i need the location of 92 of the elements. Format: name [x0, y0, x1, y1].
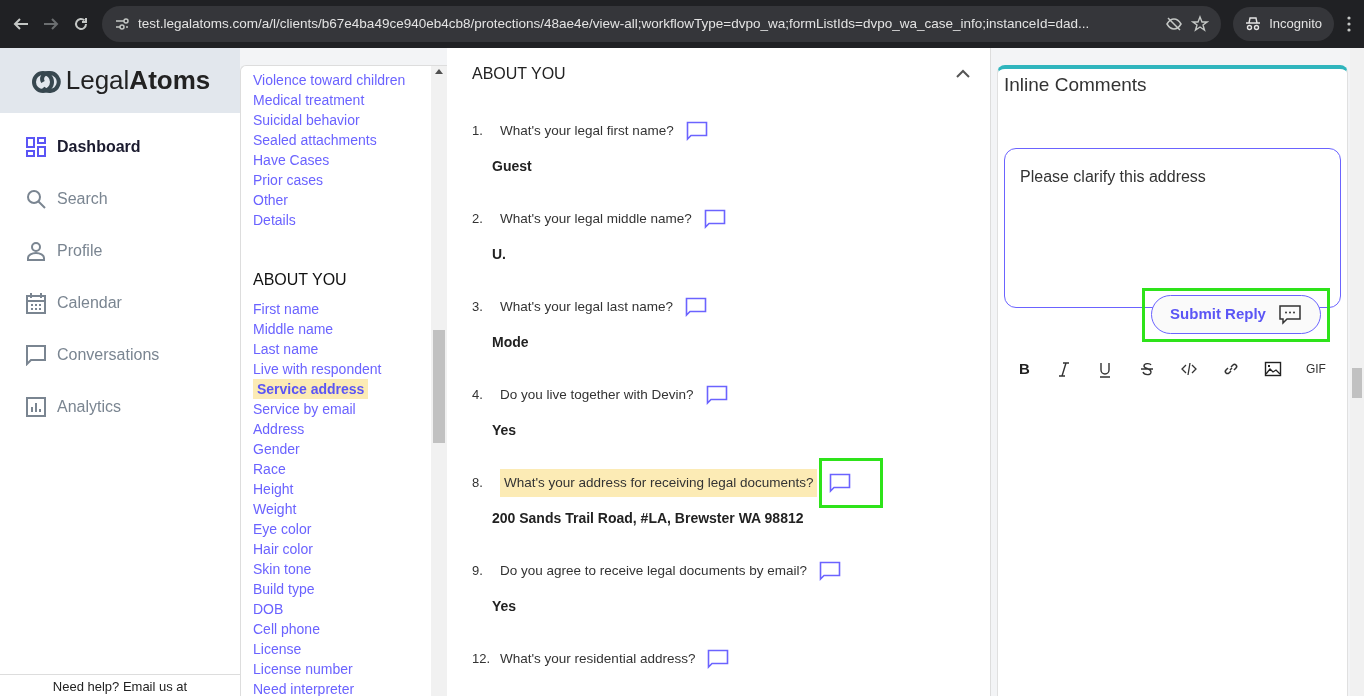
bar-chart-icon — [25, 396, 47, 418]
comment-icon[interactable] — [818, 561, 841, 581]
comment-icon[interactable] — [685, 121, 708, 141]
question-number: 1. — [472, 122, 484, 141]
outline-heading: ABOUT YOU — [253, 270, 347, 290]
nav-item[interactable]: Search — [0, 181, 240, 217]
question-text: Do you live together with Devin? — [500, 385, 694, 404]
outline-link[interactable]: Build type — [253, 579, 315, 599]
outline-link[interactable]: Have Cases — [253, 150, 330, 170]
answer-text: Yes — [491, 421, 518, 440]
outline-link[interactable]: Other — [253, 190, 288, 210]
site-settings-icon[interactable] — [114, 16, 130, 32]
speech-bubble-icon — [1277, 303, 1302, 326]
question-text: What's your legal middle name? — [500, 209, 692, 228]
question-text: What's your legal first name? — [500, 121, 674, 140]
outline-link[interactable]: Violence toward children — [253, 70, 406, 90]
outline-link[interactable]: Gender — [253, 439, 300, 459]
question-text: Do you agree to receive legal documents by email? — [500, 561, 807, 580]
bold-button[interactable]: B — [1019, 359, 1030, 378]
outline-link[interactable]: First name — [253, 299, 320, 319]
image-icon[interactable] — [1263, 359, 1282, 378]
scrollbar[interactable] — [1350, 48, 1364, 696]
outline-link[interactable]: Height — [253, 479, 294, 499]
scrollbar[interactable] — [431, 66, 447, 696]
outline-link[interactable]: Live with respondent — [253, 359, 382, 379]
scroll-up-icon[interactable] — [435, 69, 443, 74]
outline-link[interactable]: License — [253, 639, 302, 659]
outline-link[interactable]: Skin tone — [253, 559, 312, 579]
dashboard-icon — [25, 136, 47, 158]
outline-link[interactable]: Cell phone — [253, 619, 320, 639]
person-icon — [25, 240, 47, 262]
section-title: ABOUT YOU — [472, 64, 566, 84]
collapse-icon[interactable] — [956, 69, 970, 79]
question-text: What's your legal last name? — [500, 297, 673, 316]
question-number: 12. — [472, 650, 492, 669]
outline-link[interactable]: Eye color — [253, 519, 312, 539]
panel-title: Inline Comments — [1004, 73, 1148, 97]
logo-text: LegalAtoms — [65, 64, 211, 97]
comment-icon[interactable] — [705, 385, 728, 405]
question-text: What's your residential address? — [500, 649, 696, 668]
nav-item[interactable]: Profile — [0, 233, 240, 269]
comment-icon[interactable] — [707, 649, 730, 669]
incognito-badge[interactable]: Incognito — [1233, 7, 1334, 41]
reload-icon[interactable] — [72, 15, 90, 33]
answer-text: Yes — [491, 597, 518, 616]
menu-icon[interactable] — [1346, 15, 1352, 33]
help-text: Need help? Email us at — [52, 679, 188, 694]
scrollbar-thumb[interactable] — [1352, 368, 1362, 398]
question-number: 8. — [472, 474, 484, 493]
question-number: 9. — [472, 562, 484, 581]
outline-link[interactable]: License number — [253, 659, 353, 679]
nav-item[interactable]: Conversations — [0, 337, 240, 373]
incognito-icon — [1245, 17, 1262, 31]
gif-button[interactable]: GIF — [1305, 359, 1326, 378]
answer-text: Mode — [491, 333, 530, 352]
comment-icon[interactable] — [829, 473, 852, 493]
outline-link[interactable]: Last name — [253, 339, 319, 359]
comment-icon[interactable] — [703, 209, 726, 229]
submit-reply-button[interactable]: Submit Reply — [1151, 295, 1321, 334]
star-icon[interactable] — [1191, 15, 1210, 33]
outline-link[interactable]: Sealed attachments — [253, 130, 377, 150]
question-number: 2. — [472, 210, 484, 229]
outline-link[interactable]: Suicidal behavior — [253, 110, 360, 130]
outline-link[interactable]: Medical treatment — [253, 90, 365, 110]
outline-link[interactable]: Details — [253, 210, 296, 230]
eye-off-icon[interactable] — [1165, 15, 1184, 33]
outline-link[interactable]: Need interpreter — [253, 679, 355, 696]
outline-link[interactable]: Middle name — [253, 319, 334, 339]
answer-text: Guest — [491, 157, 533, 176]
scrollbar-thumb[interactable] — [433, 330, 445, 443]
url-text: test.legalatoms.com/a/l/clients/b67e4ba49ce940eb4cb8/protections/48ae4e/view-all;workflowType=dvpo_wa;formListIds=dvpo_wa_case_info;instanceId=dad... — [138, 14, 1091, 33]
outline-link[interactable]: DOB — [253, 599, 284, 619]
nav-item[interactable]: Dashboard — [0, 129, 240, 165]
search-icon — [25, 188, 47, 210]
speech-bubble-icon — [25, 344, 47, 366]
outline-link[interactable]: Prior cases — [253, 170, 324, 190]
calendar-icon — [25, 292, 47, 314]
outline-link[interactable]: Weight — [253, 499, 297, 519]
answer-text: 200 Sands Trail Road, #LA, Brewster WA 98812 — [491, 509, 805, 528]
nav-item[interactable]: Analytics — [0, 389, 240, 425]
question-text: What's your address for receiving legal documents? — [500, 468, 818, 498]
outline-link[interactable]: Address — [253, 419, 305, 439]
outline-link[interactable]: Hair color — [253, 539, 313, 559]
comment-icon[interactable] — [684, 297, 707, 317]
answer-text: U. — [491, 245, 507, 264]
outline-link[interactable]: Service address — [253, 379, 369, 399]
outline-link[interactable]: Race — [253, 459, 286, 479]
question-number: 4. — [472, 386, 484, 405]
question-number: 3. — [472, 298, 484, 317]
nav-item[interactable]: Calendar — [0, 285, 240, 321]
outline-link[interactable]: Service by email — [253, 399, 356, 419]
address-bar[interactable]: test.legalatoms.com/a/l/clients/b67e4ba49ce940eb4cb8/protections/48ae4e/view-all;workflowType=dvpo_wa;formListIds=dvpo_wa_case_info;instanceId=dad... — [102, 6, 1222, 42]
